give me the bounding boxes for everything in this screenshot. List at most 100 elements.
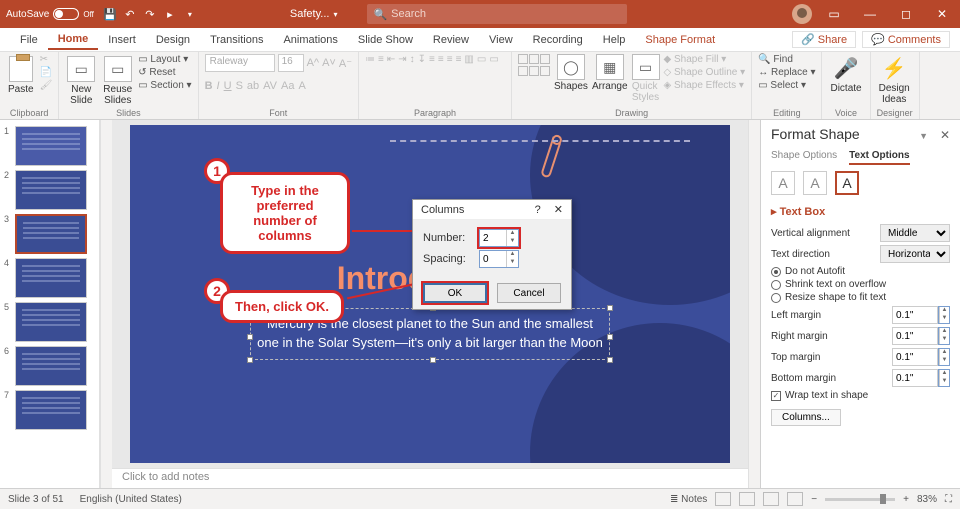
right-margin-input[interactable] xyxy=(892,327,938,345)
resize-handle[interactable] xyxy=(430,357,436,363)
tab-home[interactable]: Home xyxy=(48,30,99,50)
direction-select[interactable]: Horizontal xyxy=(880,245,950,263)
pane-tab-text-options[interactable]: Text Options xyxy=(849,150,909,165)
ok-button[interactable]: OK xyxy=(423,283,487,303)
cut-button[interactable]: ✂ xyxy=(40,54,53,65)
align-center-icon[interactable]: ≡ xyxy=(438,54,444,65)
reuse-slides-button[interactable]: ▭Reuse Slides xyxy=(101,54,134,108)
notes-placeholder[interactable]: Click to add notes xyxy=(112,468,748,488)
copy-button[interactable]: 📄 xyxy=(40,67,53,78)
comments-button[interactable]: 💬Comments xyxy=(862,31,950,48)
font-size-input[interactable]: 16 xyxy=(278,54,304,72)
text-direction-icon[interactable]: ↧ xyxy=(418,54,426,65)
text-fill-icon[interactable]: A xyxy=(771,171,795,195)
tab-file[interactable]: File xyxy=(10,31,48,49)
left-margin-input[interactable] xyxy=(892,306,938,324)
align-right-icon[interactable]: ≡ xyxy=(447,54,453,65)
resize-handle[interactable] xyxy=(607,334,613,340)
zoom-out-icon[interactable]: − xyxy=(811,494,817,505)
dictate-button[interactable]: 🎤Dictate xyxy=(828,54,863,96)
undo-icon[interactable]: ↶ xyxy=(122,6,138,22)
columns-icon[interactable]: ▥ xyxy=(464,54,473,65)
clear-format-icon[interactable]: A⁻ xyxy=(339,57,352,70)
autofit-shrink[interactable]: Shrink text on overflow xyxy=(771,279,950,290)
resize-handle[interactable] xyxy=(247,357,253,363)
thumbnail-3[interactable]: 3 xyxy=(0,212,99,256)
spin-down-icon[interactable]: ▼ xyxy=(940,315,949,323)
align-left-icon[interactable]: ≡ xyxy=(429,54,435,65)
notes-toggle[interactable]: ≣ Notes xyxy=(670,494,707,505)
save-icon[interactable]: 💾 xyxy=(102,6,118,22)
resize-handle[interactable] xyxy=(607,357,613,363)
bold-button[interactable]: B xyxy=(205,80,213,92)
redo-icon[interactable]: ↷ xyxy=(142,6,158,22)
thumbnail-7[interactable]: 7 xyxy=(0,388,99,432)
font-color-button[interactable]: A xyxy=(298,80,305,92)
spin-up-icon[interactable]: ▲ xyxy=(507,251,518,259)
pane-tab-shape-options[interactable]: Shape Options xyxy=(771,150,837,165)
indent-dec-icon[interactable]: ⇤ xyxy=(387,54,395,65)
numbering-icon[interactable]: ≡ xyxy=(378,54,384,65)
bullets-icon[interactable]: ≔ xyxy=(365,54,375,65)
text-effects-icon[interactable]: A xyxy=(803,171,827,195)
cancel-button[interactable]: Cancel xyxy=(497,283,561,303)
resize-handle[interactable] xyxy=(607,305,613,311)
spacing-input[interactable] xyxy=(480,251,506,267)
select-button[interactable]: ▭ Select ▾ xyxy=(758,80,815,91)
section-textbox[interactable]: ▸ Text Box xyxy=(771,205,950,218)
tab-insert[interactable]: Insert xyxy=(98,31,146,49)
spin-up-icon[interactable]: ▲ xyxy=(507,230,518,238)
zoom-in-icon[interactable]: + xyxy=(903,494,909,505)
case-button[interactable]: Aa xyxy=(281,80,294,92)
reset-button[interactable]: ↺ Reset xyxy=(138,67,191,78)
shapes-gallery[interactable] xyxy=(518,54,550,64)
shape-effects-button[interactable]: ◈ Shape Effects ▾ xyxy=(664,80,746,91)
pane-dropdown-icon[interactable]: ▼ xyxy=(919,131,928,141)
reading-view-icon[interactable] xyxy=(763,492,779,506)
tab-recording[interactable]: Recording xyxy=(523,31,593,49)
fit-window-icon[interactable]: ⛶ xyxy=(945,494,952,505)
underline-button[interactable]: U xyxy=(224,80,232,92)
justify-icon[interactable]: ≡ xyxy=(456,54,462,65)
number-spinner[interactable]: ▲▼ xyxy=(479,229,519,247)
decrease-font-icon[interactable]: A˅ xyxy=(322,57,336,69)
resize-handle[interactable] xyxy=(247,334,253,340)
increase-font-icon[interactable]: A^ xyxy=(307,57,320,69)
textbox-icon[interactable]: A xyxy=(835,171,859,195)
paste-button[interactable]: Paste xyxy=(6,54,36,97)
autofit-none[interactable]: Do not Autofit xyxy=(771,266,950,277)
slideshow-icon[interactable]: ▸ xyxy=(162,6,178,22)
columns-button[interactable]: Columns... xyxy=(771,409,841,426)
share-button[interactable]: 🔗Share xyxy=(792,31,856,48)
slide-canvas[interactable]: ✕ Introduction Mercury is the closest pl… xyxy=(112,120,748,468)
arrange-button[interactable]: ▦Arrange xyxy=(592,54,628,92)
spacing-button[interactable]: AV xyxy=(263,80,277,92)
spin-up-icon[interactable]: ▲ xyxy=(940,370,949,378)
close-icon[interactable]: ✕ xyxy=(928,0,956,28)
document-name[interactable]: Safety... ▾ xyxy=(290,8,338,20)
pane-close-icon[interactable]: ✕ xyxy=(940,128,950,142)
shapes-button[interactable]: ◯Shapes xyxy=(554,54,588,92)
line-spacing-icon[interactable]: ↕ xyxy=(410,54,415,65)
thumbnail-5[interactable]: 5 xyxy=(0,300,99,344)
autosave-toggle[interactable]: AutoSave Off xyxy=(0,8,100,20)
slide-counter[interactable]: Slide 3 of 51 xyxy=(8,494,64,505)
strike-button[interactable]: S xyxy=(236,80,243,92)
tab-help[interactable]: Help xyxy=(593,31,636,49)
spin-up-icon[interactable]: ▲ xyxy=(940,328,949,336)
user-avatar[interactable] xyxy=(792,4,812,24)
autofit-resize[interactable]: Resize shape to fit text xyxy=(771,292,950,303)
spacing-spinner[interactable]: ▲▼ xyxy=(479,250,519,268)
indent-inc-icon[interactable]: ⇥ xyxy=(398,54,406,65)
shape-outline-button[interactable]: ◇ Shape Outline ▾ xyxy=(664,67,746,78)
ribbon-display-icon[interactable]: ▭ xyxy=(820,0,848,28)
number-input[interactable] xyxy=(480,230,506,246)
zoom-level[interactable]: 83% xyxy=(917,494,937,505)
quick-styles-button[interactable]: ▭Quick Styles xyxy=(632,54,660,103)
slideshow-view-icon[interactable] xyxy=(787,492,803,506)
thumbnail-2[interactable]: 2 xyxy=(0,168,99,212)
valign-select[interactable]: Middle xyxy=(880,224,950,242)
tab-review[interactable]: Review xyxy=(423,31,479,49)
thumbnail-scrollbar[interactable] xyxy=(100,120,112,488)
dialog-help-icon[interactable]: ? xyxy=(535,204,541,216)
